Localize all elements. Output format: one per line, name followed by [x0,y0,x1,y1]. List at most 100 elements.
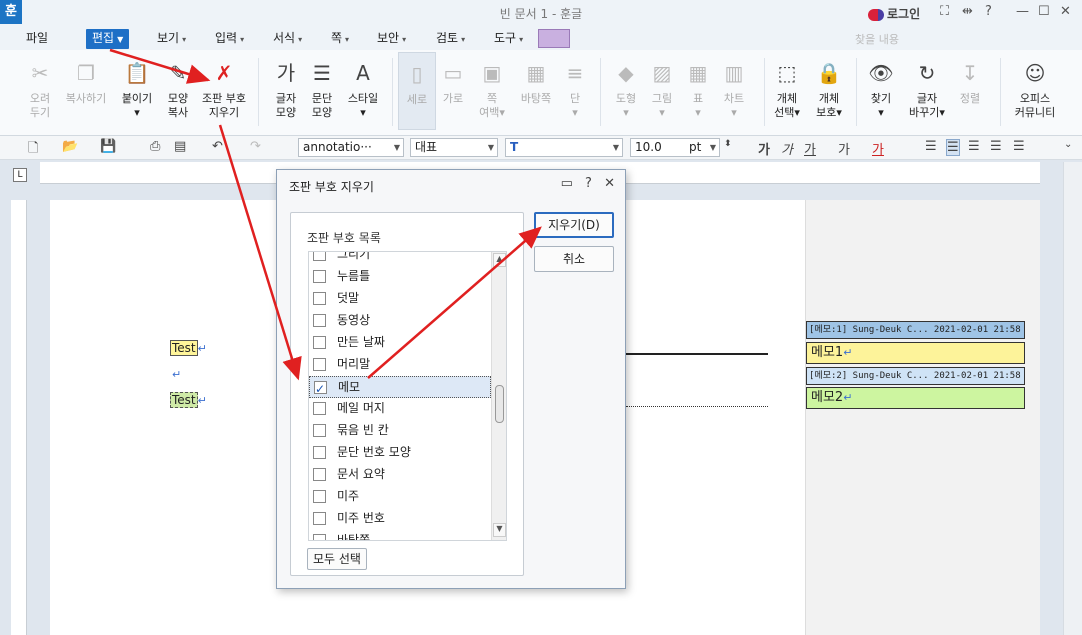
maximize-icon[interactable]: ☐ [1038,4,1050,19]
chevron-down-icon: ▾ [402,35,407,44]
select-all-button[interactable]: 모두 선택 [307,548,367,570]
menu-edit[interactable]: 편집 ▼ [86,29,130,49]
checkbox[interactable] [313,402,326,415]
checkbox-checked[interactable] [314,379,327,399]
font-name-select[interactable]: T ▼ [505,138,623,157]
list-item[interactable]: 문서 요약 [309,464,491,486]
new-document-icon[interactable]: 🗋 [28,139,38,161]
checkbox[interactable] [313,424,326,437]
close-icon[interactable]: ✕ [1060,4,1071,19]
checkbox[interactable] [313,490,326,503]
community-button[interactable]: ☺ 오피스 커뮤니티 [1010,52,1060,130]
list-item[interactable]: 동영상 [309,310,491,332]
ruler-corner-button[interactable]: L [13,168,27,182]
vertical-ruler[interactable] [11,200,27,635]
fullscreen-icon[interactable]: ⛶ [940,4,949,19]
menu-view[interactable]: 보기 ▾ [157,29,186,49]
delete-button[interactable]: 지우기(D) [534,212,614,238]
help-icon[interactable]: ? [985,4,992,19]
align-left-icon[interactable]: ☰ [946,139,960,156]
align-center-icon[interactable]: ☰ [968,139,980,154]
doc-line-1[interactable]: Test ↵ [170,340,207,356]
menu-insert[interactable]: 입력 ▾ [215,29,244,49]
protect-object-button[interactable]: 🔒 개체 보호▾ [801,52,857,130]
list-item[interactable]: 미주 번호 [309,508,491,530]
checkbox[interactable] [313,336,326,349]
copy-button[interactable]: ❐ 복사하기 [58,52,114,130]
doc-line-3[interactable]: Test ↵ [170,392,207,408]
italic-icon[interactable]: 가 [781,139,793,158]
checkbox[interactable] [313,270,326,283]
style-button[interactable]: A 스타일 ▾ [335,52,391,130]
sort-button[interactable]: ↧ 정렬 [942,52,998,130]
mark-listbox[interactable]: 그리기 누름틀 덧말 동영상 만든 날짜 머리말 메모 메일 머지 묶음 빈 칸… [308,251,507,541]
checkbox[interactable] [313,358,326,371]
list-item[interactable]: 메일 머지 [309,398,491,420]
list-item[interactable]: 바탕쪽 [309,530,491,540]
sidebar-toggle-button[interactable] [538,29,570,48]
bold-icon[interactable]: 가 [758,139,770,158]
open-folder-icon[interactable]: 📂 [62,139,78,154]
align-right-icon[interactable]: ☰ [990,139,1002,154]
style-select[interactable]: annotatio··· ▼ [298,138,404,157]
doc-line-2[interactable]: ↵ [172,367,181,381]
save-icon[interactable]: 💾 [100,139,116,154]
checkbox[interactable] [313,468,326,481]
login-button[interactable]: 로그인 [868,5,920,22]
print-icon[interactable]: ⎙ [150,139,160,154]
help-icon[interactable]: ? [585,176,592,191]
justify-icon[interactable]: ☰ [925,139,937,154]
list-item[interactable]: 그리기 [309,252,491,266]
list-item[interactable]: 덧말 [309,288,491,310]
cancel-button[interactable]: 취소 [534,246,614,272]
undo-icon[interactable]: ↶ [212,139,223,154]
checkbox[interactable] [313,314,326,327]
font-size-stepper[interactable]: ⬍ [724,139,732,149]
underline-icon[interactable]: 가 [804,139,816,158]
list-item[interactable]: 미주 [309,486,491,508]
menu-tools[interactable]: 도구 ▾ [494,29,523,49]
list-item[interactable]: 만든 날짜 [309,332,491,354]
scroll-up-icon[interactable]: ▲ [493,253,506,267]
menu-review[interactable]: 검토 ▾ [436,29,465,49]
close-icon[interactable]: ✕ [604,176,615,191]
comment-icon[interactable]: ▭ [561,176,573,191]
font-size-field[interactable]: 10.0 pt ▼ [630,138,720,157]
checkbox[interactable] [313,512,326,525]
list-item[interactable]: 누름틀 [309,266,491,288]
menu-format[interactable]: 서식 ▾ [273,29,302,49]
list-item[interactable]: 머리말 [309,354,491,376]
strikethrough-icon[interactable]: 가 [838,139,850,158]
group-label: 조판 부호 목록 [307,231,381,245]
checkbox[interactable] [313,534,326,540]
menu-security[interactable]: 보안 ▾ [377,29,406,49]
font-lang-select[interactable]: 대표 ▼ [410,138,498,157]
memo-2-body[interactable]: 메모2↵ [806,387,1025,409]
clear-marks-button[interactable]: ✗ 조판 부호 지우기 [196,52,252,130]
resize-icon[interactable]: ⇹ [962,4,973,19]
list-item[interactable]: 묶음 빈 칸 [309,420,491,442]
checkbox[interactable] [313,252,326,261]
minimize-icon[interactable]: — [1016,4,1029,19]
redo-icon[interactable]: ↷ [250,139,261,154]
menu-page[interactable]: 쪽 ▾ [331,29,349,49]
list-item[interactable]: 문단 번호 모양 [309,442,491,464]
memo-2-header[interactable]: [메모:2] Sung-Deuk C... 2021-02-01 21:58 [806,367,1025,385]
font-color-icon[interactable]: 가 [872,139,884,158]
scroll-down-icon[interactable]: ▼ [493,523,506,537]
preview-icon[interactable]: ▤ [174,139,186,154]
memo-1-body[interactable]: 메모1↵ [806,342,1025,364]
distribute-icon[interactable]: ☰ [1013,139,1025,154]
scroll-thumb[interactable] [495,385,504,423]
toolbar-more-icon[interactable]: ⌄ [1064,139,1072,150]
list-item-memo[interactable]: 메모 [309,376,491,399]
memo-1-header[interactable]: [메모:1] Sung-Deuk C... 2021-02-01 21:58 [806,321,1025,339]
checkbox[interactable] [313,292,326,305]
search-hint[interactable]: 찾을 내용 [855,31,899,47]
menu-file[interactable]: 파일 [26,29,48,49]
list-scrollbar[interactable]: ▲ ▼ [491,252,506,540]
chart-button[interactable]: ▥ 차트 ▾ [706,52,762,130]
columns-button[interactable]: ≡ 단 ▾ [547,52,603,130]
vertical-scrollbar[interactable] [1063,162,1082,635]
checkbox[interactable] [313,446,326,459]
